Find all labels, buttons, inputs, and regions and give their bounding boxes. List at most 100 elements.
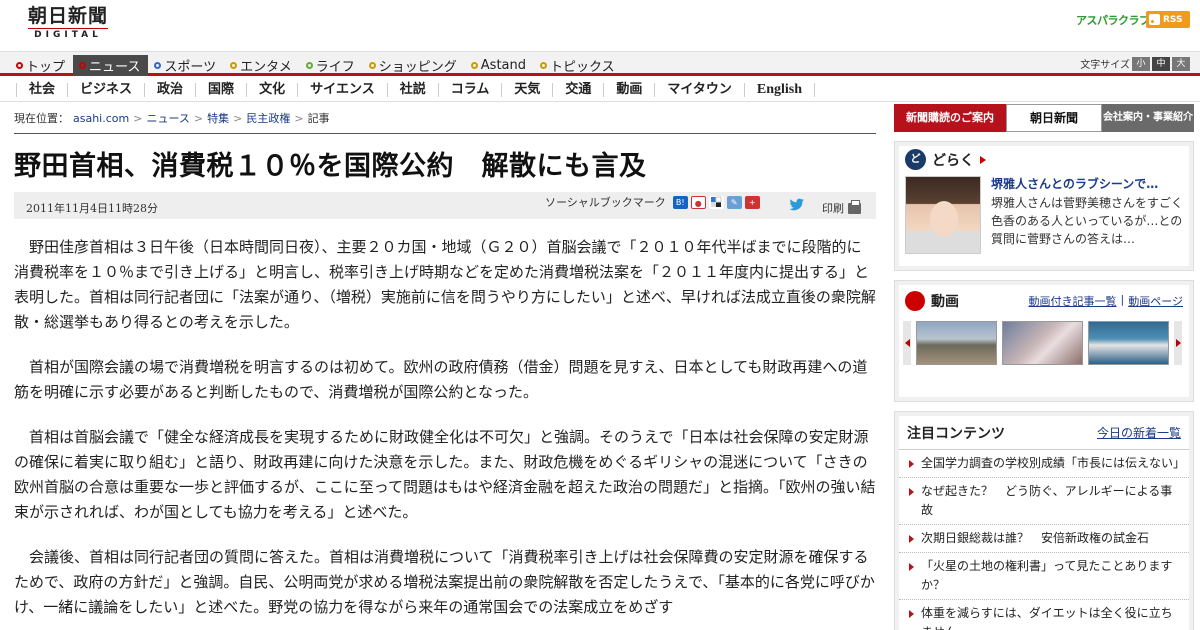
font-size-medium-button[interactable]: 中: [1152, 56, 1170, 71]
font-size-large-button[interactable]: 大: [1172, 56, 1190, 71]
nav-tab[interactable]: ライフ: [300, 55, 363, 76]
rss-button[interactable]: RSS: [1146, 11, 1190, 28]
chevron-left-icon: [904, 339, 910, 347]
article-headline: 野田首相、消費税１０％を国際公約 解散にも言及: [14, 151, 647, 182]
doraku-header[interactable]: ど どらく: [899, 146, 1189, 173]
video-page-link[interactable]: 動画ページ: [1128, 293, 1183, 309]
carousel-next-button[interactable]: [1174, 321, 1182, 365]
logo-main-text: 朝日新聞: [28, 5, 109, 27]
asahi-paper-banner-link[interactable]: 朝日新聞: [1006, 104, 1102, 132]
breadcrumb-separator-icon: >: [193, 112, 204, 125]
font-size-label: 文字サイズ: [1080, 60, 1130, 71]
doraku-box: ど どらく 堺雅人さんとのラブシーンで… 堺雅人さんは菅野美穂さんをすごく色香の…: [894, 141, 1194, 271]
featured-content-link[interactable]: 体重を減らすには、ダイエットは全く役に立ちません: [899, 600, 1189, 630]
breadcrumb-item[interactable]: ニュース: [146, 104, 189, 133]
doraku-portrait-image[interactable]: [905, 176, 981, 254]
nav-tab[interactable]: トピックス: [534, 55, 623, 76]
featured-content-link[interactable]: なぜ起きた？ どう防ぐ、アレルギーによる事故: [899, 478, 1189, 525]
asupara-club-link[interactable]: アスパラクラブ: [1076, 12, 1150, 28]
subnav-link[interactable]: English: [743, 83, 816, 97]
subnav-link[interactable]: 文化: [246, 83, 297, 97]
nav-tab-label: スポーツ: [164, 60, 217, 75]
nav-tab[interactable]: Astand: [465, 55, 534, 76]
main-nav-items: トップ ニュース スポーツ エンタメ ライフ ショッピング Astand トピックス: [10, 52, 623, 76]
rss-icon: [1149, 14, 1160, 25]
breadcrumb-prefix: 現在位置：: [14, 112, 69, 125]
buzzurl-icon[interactable]: ✎: [726, 195, 742, 209]
video-thumbnail[interactable]: [916, 321, 997, 365]
breadcrumb-item[interactable]: 特集: [207, 104, 229, 133]
video-thumbnail[interactable]: [1002, 321, 1083, 365]
print-label: 印刷: [822, 202, 844, 215]
printer-icon: [848, 199, 861, 214]
nav-tab-label: Astand: [480, 58, 527, 73]
subnav-link[interactable]: 天気: [501, 83, 552, 97]
nav-tab-label: ニュース: [89, 60, 141, 75]
nav-tab[interactable]: スポーツ: [148, 55, 224, 76]
hatena-bookmark-icon[interactable]: B!: [672, 195, 688, 209]
breadcrumb-item: 記事: [307, 112, 330, 125]
featured-content-inner: 注目コンテンツ 今日の新着一覧 全国学力調査の学校別成績「市長には伝えない」 なぜ…: [899, 416, 1189, 630]
video-articles-link[interactable]: 動画付き記事一覧: [1029, 293, 1117, 309]
subnav-link[interactable]: 政治: [144, 83, 195, 97]
featured-content-box: 注目コンテンツ 今日の新着一覧 全国学力調査の学校別成績「市長には伝えない」 なぜ…: [894, 411, 1194, 630]
video-box: 動画 動画付き記事一覧 | 動画ページ: [894, 280, 1194, 402]
nav-bullet-icon: [540, 62, 548, 69]
font-size-small-button[interactable]: 小: [1132, 56, 1150, 71]
subscribe-banner-link[interactable]: 新聞購読のご案内: [894, 104, 1006, 132]
nav-tab-label: トピックス: [550, 60, 615, 75]
featured-content-link[interactable]: 「火星の土地の権利書」って見たことありますか？: [899, 553, 1189, 600]
doraku-item-title-link[interactable]: 堺雅人さんとのラブシーンで…: [991, 176, 1183, 192]
todays-new-list-link[interactable]: 今日の新着一覧: [1097, 424, 1181, 441]
nav-tab[interactable]: ニュース: [73, 55, 149, 76]
doraku-inner: ど どらく 堺雅人さんとのラブシーンで… 堺雅人さんは菅野美穂さんをすごく色香の…: [899, 146, 1189, 266]
subnav-link[interactable]: 国際: [195, 83, 246, 97]
nav-tab[interactable]: エンタメ: [224, 55, 300, 76]
logo-sub-text: DIGITAL: [28, 28, 109, 40]
nav-bullet-icon: [368, 62, 376, 69]
nav-bullet-icon: [154, 62, 162, 69]
subscription-banner: 新聞購読のご案内 朝日新聞 会社案内・事業紹介: [894, 104, 1194, 132]
social-bookmark-label: ソーシャルブックマーク: [545, 196, 666, 209]
nav-tab[interactable]: トップ: [10, 55, 73, 76]
video-links-separator: |: [1120, 293, 1125, 306]
site-logo[interactable]: 朝日新聞 DIGITAL: [28, 5, 109, 40]
subnav-link[interactable]: 交通: [552, 83, 603, 97]
video-thumbnail[interactable]: [1088, 321, 1169, 365]
subnav-link[interactable]: ビジネス: [67, 83, 144, 97]
subnav-link[interactable]: 動画: [603, 83, 654, 97]
carousel-prev-button[interactable]: [903, 321, 911, 365]
main-column: 現在位置： asahi.com > ニュース > 特集 > 民主政権 > 記事 野田首相、消費税…: [14, 104, 876, 630]
nav-bullet-icon: [230, 62, 238, 69]
subnav-link[interactable]: コラム: [437, 83, 502, 97]
livedoor-clip-icon[interactable]: ●: [690, 195, 706, 209]
featured-content-header: 注目コンテンツ 今日の新着一覧: [899, 416, 1189, 450]
subnav-link[interactable]: 社説: [386, 83, 438, 97]
yahoo-bookmark-icon[interactable]: +: [744, 195, 760, 209]
breadcrumb-item[interactable]: 民主政権: [246, 104, 290, 133]
breadcrumb-item[interactable]: asahi.com: [73, 104, 129, 133]
breadcrumb-separator-icon: >: [133, 112, 143, 125]
main-nav: トップ ニュース スポーツ エンタメ ライフ ショッピング Astand トピックス 文字サイ…: [0, 52, 1200, 76]
video-icon: [905, 291, 925, 311]
doraku-item: 堺雅人さんとのラブシーンで… 堺雅人さんは菅野美穂さんをすごく色香のある人といっ…: [899, 173, 1189, 254]
subnav-link[interactable]: 社会: [16, 83, 67, 97]
breadcrumb: 現在位置： asahi.com > ニュース > 特集 > 民主政権 > 記事: [14, 104, 876, 134]
video-header: 動画 動画付き記事一覧 | 動画ページ: [899, 285, 1189, 317]
subnav-link[interactable]: マイタウン: [654, 83, 743, 97]
print-button[interactable]: 印刷: [822, 199, 861, 216]
subnav-link[interactable]: サイエンス: [297, 83, 387, 97]
article-meta-bar: 2011年11月4日11時28分 ソーシャルブックマーク B! ● ✎ + 印刷: [14, 192, 876, 219]
article-date: 2011年11月4日11時28分: [26, 202, 158, 215]
nav-tab-label: トップ: [26, 60, 66, 75]
doraku-text-block: 堺雅人さんとのラブシーンで… 堺雅人さんは菅野美穂さんをすごく色香のある人といっ…: [991, 176, 1183, 254]
breadcrumb-separator-icon: >: [233, 112, 243, 125]
delicious-icon[interactable]: [708, 195, 724, 209]
featured-content-link[interactable]: 全国学力調査の学校別成績「市長には伝えない」: [899, 450, 1189, 478]
nav-tab[interactable]: ショッピング: [363, 55, 465, 76]
sub-nav: 社会 ビジネス 政治 国際 文化 サイエンス 社説 コラム 天気 交通 動画 マイタウン English: [0, 79, 1200, 102]
company-info-banner-link[interactable]: 会社案内・事業紹介: [1102, 104, 1194, 132]
social-bookmarks: ソーシャルブックマーク B! ● ✎ +: [545, 194, 760, 210]
featured-content-link[interactable]: 次期日銀総裁は誰？ 安倍新政権の試金石: [899, 525, 1189, 553]
twitter-icon[interactable]: [789, 198, 805, 211]
